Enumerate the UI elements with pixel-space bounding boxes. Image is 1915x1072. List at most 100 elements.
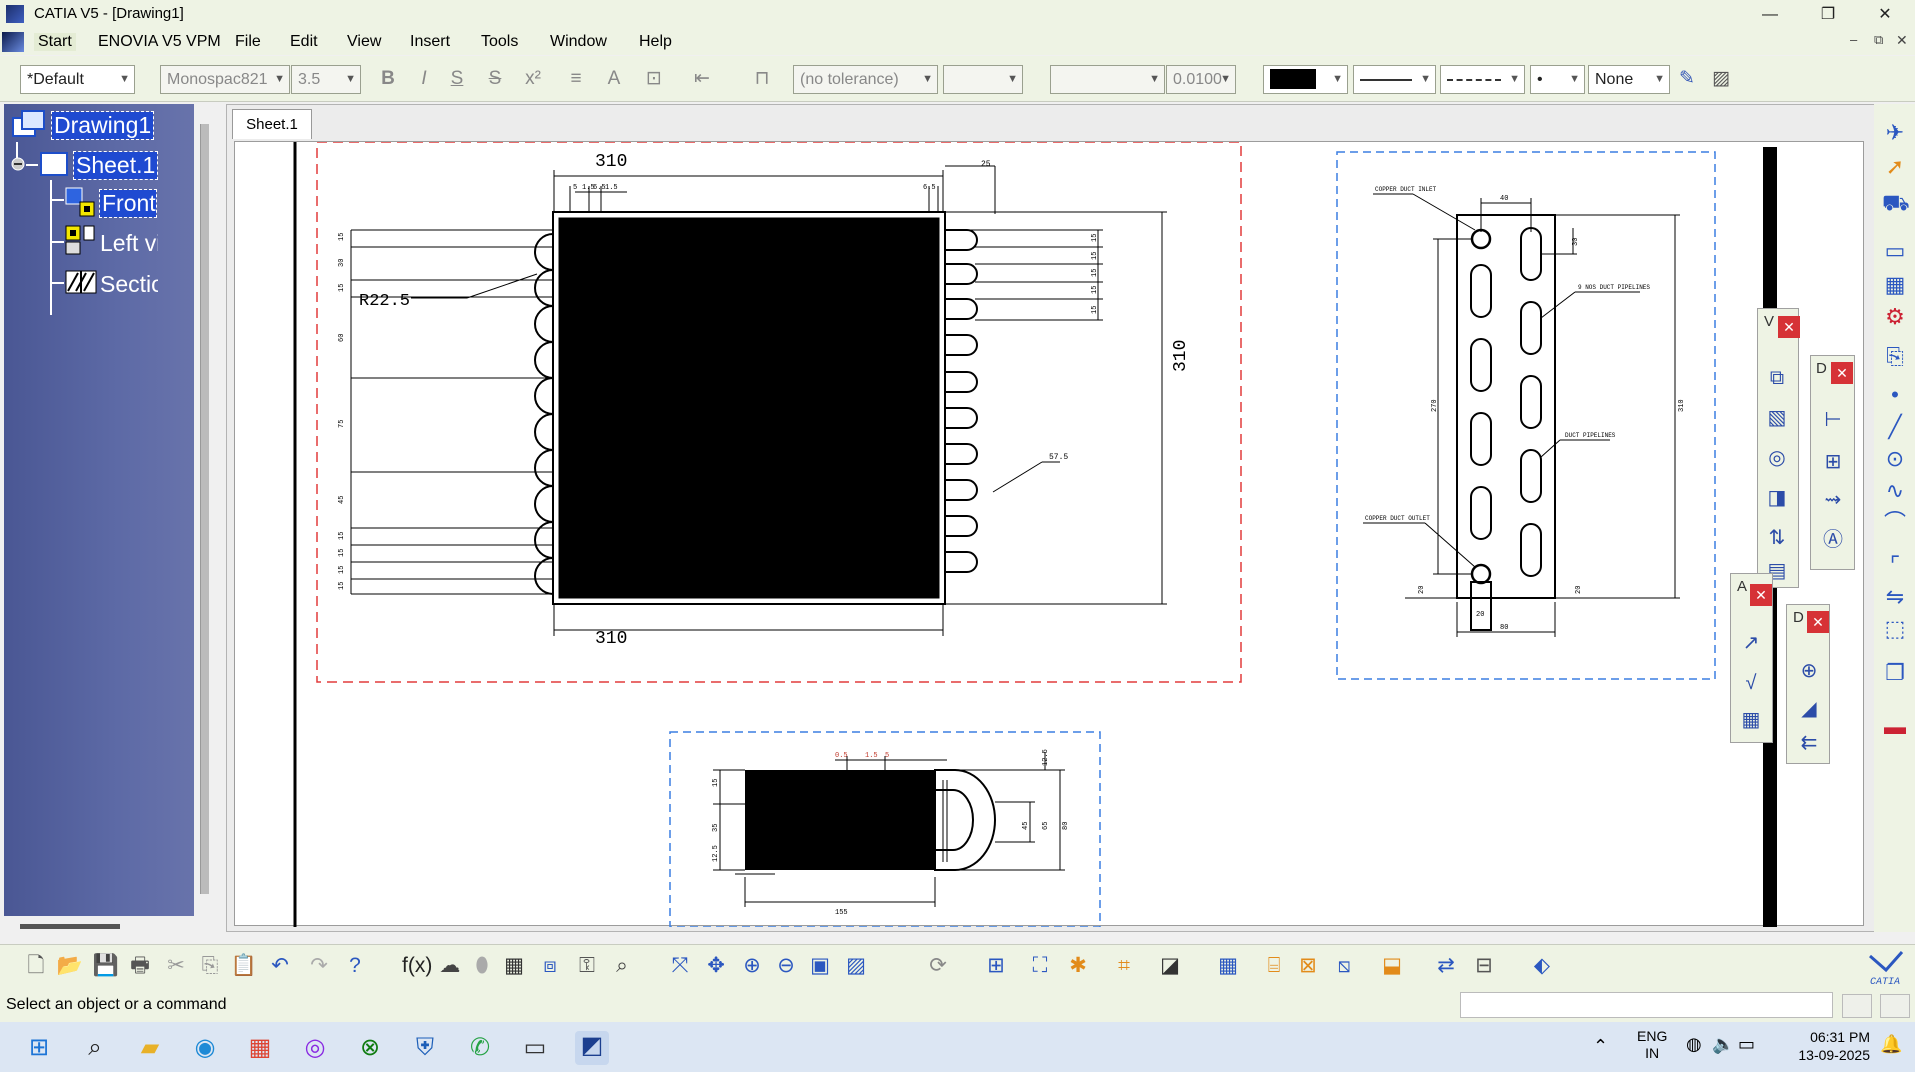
store-icon[interactable]: ▦ <box>245 1033 275 1063</box>
geometry-creation-icon[interactable]: ▬ <box>1882 714 1908 740</box>
annotations-toolbar-close-icon[interactable]: ✕ <box>1750 584 1772 606</box>
front-view-tool-icon[interactable]: ⧉ <box>1763 364 1791 392</box>
view-frame-icon[interactable]: ⊠ <box>1294 952 1322 980</box>
section-view-tool-icon[interactable]: ▧ <box>1763 404 1791 432</box>
print-icon[interactable]: 🖶 <box>126 952 154 980</box>
italic-icon[interactable]: I <box>410 66 438 92</box>
network-icon[interactable]: ◍ <box>1686 1034 1702 1055</box>
tree-item-left-view[interactable]: Left view <box>100 230 158 257</box>
precision-combo[interactable]: 0.0100 ▼ <box>1166 65 1236 94</box>
properties-icon[interactable]: ⚿ <box>573 952 601 980</box>
cut-icon[interactable]: ✂ <box>162 952 190 980</box>
style-combo[interactable]: *Default ▼ <box>20 65 135 94</box>
analysis-icon[interactable]: ✱ <box>1064 952 1092 980</box>
open-file-icon[interactable]: 📂 <box>56 952 84 980</box>
menu-start[interactable]: Start <box>34 33 76 51</box>
text-tool-icon[interactable]: Ⓐ <box>1819 526 1847 554</box>
sheet-manager-icon[interactable]: ✈ <box>1882 120 1908 146</box>
edge-icon[interactable]: ◉ <box>190 1033 220 1063</box>
show-hidden-icons-icon[interactable]: ⌃ <box>1593 1036 1608 1057</box>
spline-icon[interactable]: ∿ <box>1882 478 1908 504</box>
curve-icon[interactable]: ⌒ <box>1882 510 1908 536</box>
redo-icon[interactable]: ↷ <box>305 952 333 980</box>
whats-this-icon[interactable]: ? <box>341 952 369 980</box>
roughness-tool-icon[interactable]: √ <box>1737 669 1765 697</box>
maximize-button[interactable]: ❐ <box>1805 2 1851 28</box>
notification-icon[interactable]: 🔔 <box>1880 1034 1902 1055</box>
catia-menu-icon[interactable] <box>2 32 24 52</box>
tree-item-sheet[interactable]: Sheet.1 <box>72 151 159 180</box>
whatsapp-icon[interactable]: ✆ <box>465 1033 495 1063</box>
dimension-style-icon[interactable]: ⇤ <box>688 66 716 92</box>
text-justify-icon[interactable]: ≡ <box>562 66 590 92</box>
doc-minimize-button[interactable]: – <box>1850 32 1857 47</box>
tolerance-style-icon[interactable]: ⊓ <box>748 66 776 92</box>
tree-item-section-view[interactable]: Section view <box>100 271 158 298</box>
layers-icon[interactable]: ❐ <box>1882 660 1908 686</box>
menu-insert[interactable]: Insert <box>410 33 450 51</box>
tree-collapse-toggle[interactable] <box>10 156 26 172</box>
offset-icon[interactable]: ⬚ <box>1882 616 1908 642</box>
rectangle-icon[interactable]: ▭ <box>1882 238 1908 264</box>
detail-view-tool-icon[interactable]: ◎ <box>1763 444 1791 472</box>
status-option-button-2[interactable] <box>1880 994 1910 1018</box>
zoom-area-icon[interactable]: ▣ <box>806 952 834 980</box>
line-icon[interactable]: ╱ <box>1882 414 1908 440</box>
dimensioning-toolbar-close-icon[interactable]: ✕ <box>1831 362 1853 384</box>
corner-icon[interactable]: ⌜ <box>1882 552 1908 578</box>
menu-enovia[interactable]: ENOVIA V5 VPM <box>98 33 221 51</box>
grid-display-icon[interactable]: ▦ <box>1214 952 1242 980</box>
superscript-icon[interactable]: x² <box>519 66 547 92</box>
view-layout-icon[interactable]: ⛟ <box>1882 190 1910 216</box>
chained-dimensions-tool-icon[interactable]: ⊞ <box>1819 448 1847 476</box>
numerical-format-combo[interactable]: ▼ <box>1050 65 1165 94</box>
copy-object-format-icon[interactable]: ✎ <box>1673 66 1701 92</box>
mirror-icon[interactable]: ⇋ <box>1882 584 1908 610</box>
pattern-combo[interactable]: None ▼ <box>1588 65 1670 94</box>
copy-icon[interactable]: ⎘ <box>196 952 224 980</box>
filter-icon[interactable]: ⌗ <box>1110 952 1138 980</box>
clock[interactable]: 06:31 PM 13-09-2025 <box>1790 1028 1870 1064</box>
knowledge-icon[interactable]: ☁ <box>436 952 464 980</box>
zoom-in-icon[interactable]: ⊕ <box>738 952 766 980</box>
volume-icon[interactable]: 🔈 <box>1712 1034 1734 1055</box>
power-input-field[interactable] <box>1460 992 1833 1018</box>
tree-item-front-view[interactable]: Front view <box>99 189 157 218</box>
anchor-point-icon[interactable]: ⊡ <box>640 66 668 92</box>
snap-icon[interactable]: ⛶ <box>1026 952 1054 980</box>
menu-view[interactable]: View <box>347 33 381 51</box>
select-arrow-icon[interactable]: ➚ <box>1882 154 1908 180</box>
drawing-sheet[interactable]: 310 310 310 R22.5 25 5 1.5 6.5 1.5 6.5 5… <box>234 141 1864 928</box>
formula-icon[interactable]: f(x) <box>402 952 432 980</box>
underline-icon[interactable]: S <box>443 66 471 92</box>
table-view-icon[interactable]: ▦ <box>500 952 528 980</box>
area-fill-tool-icon[interactable]: ◢ <box>1795 695 1823 723</box>
windows-start-icon[interactable]: ⊞ <box>24 1033 54 1063</box>
dress-up-toolbar-close-icon[interactable]: ✕ <box>1807 611 1829 633</box>
swap-icon[interactable]: ⇄ <box>1432 952 1460 980</box>
leader-tool-icon[interactable]: ↗ <box>1737 629 1765 657</box>
tree-vertical-scrollbar[interactable] <box>200 124 209 894</box>
doc-close-button[interactable]: ✕ <box>1896 32 1908 49</box>
grid-icon[interactable]: ⊞ <box>982 952 1010 980</box>
dimensions-tool-icon[interactable]: ⊢ <box>1819 406 1847 434</box>
table-tool-icon[interactable]: ▦ <box>1737 706 1765 734</box>
sketch-tool-icon[interactable]: ⧅ <box>1330 952 1358 980</box>
broken-view-tool-icon[interactable]: ⇅ <box>1763 524 1791 552</box>
arrow-tool-icon[interactable]: ⇇ <box>1795 729 1823 757</box>
left-view[interactable]: COPPER DUCT INLET 9 NOS DUCT PIPELINES D… <box>1336 151 1716 680</box>
center-line-tool-icon[interactable]: ⊕ <box>1795 657 1823 685</box>
eraser-icon[interactable]: ⬖ <box>1528 952 1556 980</box>
tree-horizontal-scrollbar[interactable] <box>20 924 120 929</box>
catia-taskbar-icon[interactable]: ◩ <box>575 1031 609 1065</box>
point-icon[interactable]: • <box>1882 382 1908 408</box>
search-icon[interactable]: ⌕ <box>608 952 636 980</box>
fit-all-icon[interactable]: ⤧ <box>666 952 694 980</box>
battery-icon[interactable]: ▭ <box>1738 1034 1755 1055</box>
strikethrough-icon[interactable]: S <box>481 66 509 92</box>
section-view[interactable]: 0.5 1.5 5 12.5 15 35 12.5 45 65 80 155 <box>669 731 1101 928</box>
clipping-view-tool-icon[interactable]: ◨ <box>1763 484 1791 512</box>
front-view[interactable]: 310 310 310 R22.5 25 5 1.5 6.5 1.5 6.5 5… <box>316 141 1242 683</box>
terminal-icon[interactable]: ▭ <box>520 1033 550 1063</box>
minimize-button[interactable]: — <box>1747 2 1793 28</box>
